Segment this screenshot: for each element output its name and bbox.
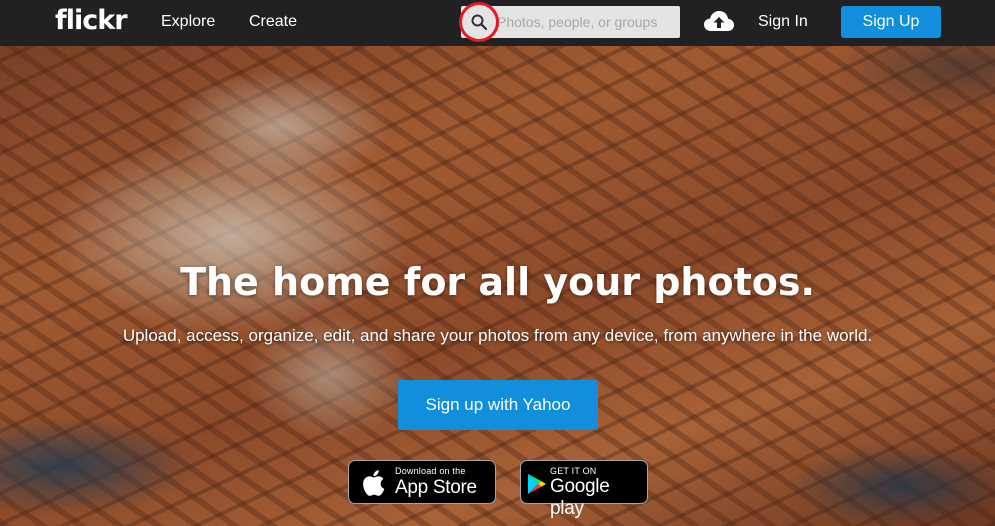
app-store-small-text: Download on the [395,466,466,476]
sign-up-button[interactable]: Sign Up [841,6,941,38]
apple-icon [363,470,385,496]
google-play-icon [528,474,546,494]
app-store-big-text: App Store [395,477,477,498]
search-button[interactable] [459,2,499,42]
flickr-logo[interactable]: flickr [55,5,128,36]
google-play-big-text: Google play [550,476,610,519]
hero-subtitle: Upload, access, organize, edit, and shar… [122,326,873,345]
top-navigation-bar: flickr Explore Create Sign In Sign Up [0,0,995,46]
google-play-small-text: GET IT ON [550,466,597,476]
sign-up-with-yahoo-button[interactable]: Sign up with Yahoo [398,380,598,430]
app-store-badge[interactable]: Download on the App Store [348,460,496,504]
google-play-badge[interactable]: GET IT ON Google play [520,460,648,519]
hero-title: The home for all your photos. [180,260,815,304]
nav-explore-link[interactable]: Explore [161,13,215,31]
search-input[interactable] [497,6,677,38]
nav-create-link[interactable]: Create [249,13,297,31]
hero-banner: The home for all your photos. Upload, ac… [0,46,995,526]
sign-in-link[interactable]: Sign In [758,13,808,31]
cloud-upload-icon[interactable] [704,10,734,32]
search-icon [471,14,487,30]
